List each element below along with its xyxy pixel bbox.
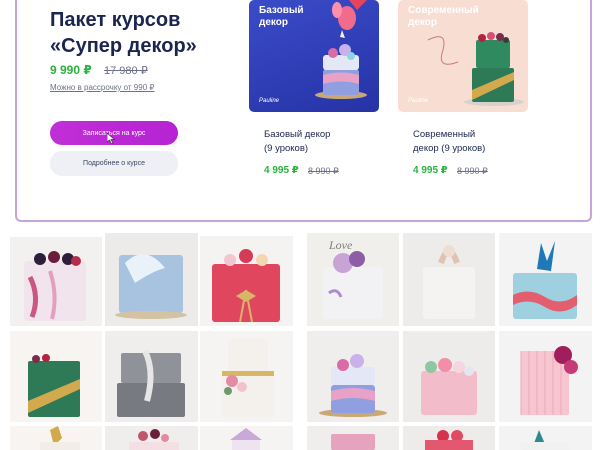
- gallery-tile-cake-blue-feathers: [105, 233, 198, 326]
- details-button[interactable]: Подробнее о курсе: [50, 151, 178, 176]
- gallery-tile-cake-white-sugar-flowers: [403, 233, 495, 326]
- gallery-tile-cake-green-gold: [10, 331, 102, 422]
- course-price-modern: 4 995 ₽: [413, 165, 448, 176]
- gallery-tile-cake-pink-unicorn: [307, 331, 399, 422]
- gallery-tile-cake-pink-top: [307, 426, 399, 450]
- gallery-tile-cake-grey-ruffle: [105, 331, 198, 422]
- course-cover-basic[interactable]: Базовый декор Pauline: [249, 0, 379, 112]
- mouse-cursor-icon: [107, 133, 115, 144]
- course-name-basic[interactable]: Базовый декор (9 уроков): [264, 128, 330, 156]
- gallery-tile-cake-red-top: [403, 426, 495, 450]
- cover-logo: Pauline: [259, 98, 280, 104]
- bundle-price: 9 990 ₽: [50, 63, 92, 77]
- gallery-tile-cake-berries-small: [105, 426, 198, 450]
- course-price-basic: 4 995 ₽: [264, 165, 299, 176]
- gallery-tile-cake-blue-waves: [499, 233, 592, 326]
- gallery-tile-cake-magenta-flowers: [499, 331, 592, 422]
- gallery-tile-cake-red-gold-bow: [200, 236, 293, 326]
- cover-logo: Pauline: [408, 98, 429, 104]
- gallery-tile-cake-watercolor: [499, 426, 592, 450]
- course-cover-modern[interactable]: Современный декор Pauline: [398, 0, 528, 112]
- bundle-title: Пакет курсов «Супер декор»: [50, 9, 197, 57]
- svg-text:Love: Love: [328, 238, 353, 252]
- course-old-price-basic: 8 990 ₽: [308, 166, 339, 176]
- bundle-old-price: 17 980 ₽: [104, 65, 148, 77]
- gallery-tile-cake-carousel: [200, 426, 293, 450]
- cake-illustration: [315, 0, 367, 99]
- gallery-tile-cake-berries-pink: [10, 237, 102, 326]
- installment-link[interactable]: Можно в рассрочку от 990 ₽: [50, 83, 154, 92]
- course-old-price-modern: 8 990 ₽: [457, 166, 488, 176]
- gallery-tile-cake-gold-top: [10, 426, 102, 450]
- cake-illustration: [427, 32, 524, 106]
- gallery-tile-cake-love-topper: Love: [307, 233, 399, 326]
- gallery-tile-cake-white-flowers: [200, 331, 293, 422]
- gallery-tile-cake-pink-macarons: [403, 331, 495, 422]
- course-name-modern[interactable]: Современный декор (9 уроков): [413, 128, 485, 156]
